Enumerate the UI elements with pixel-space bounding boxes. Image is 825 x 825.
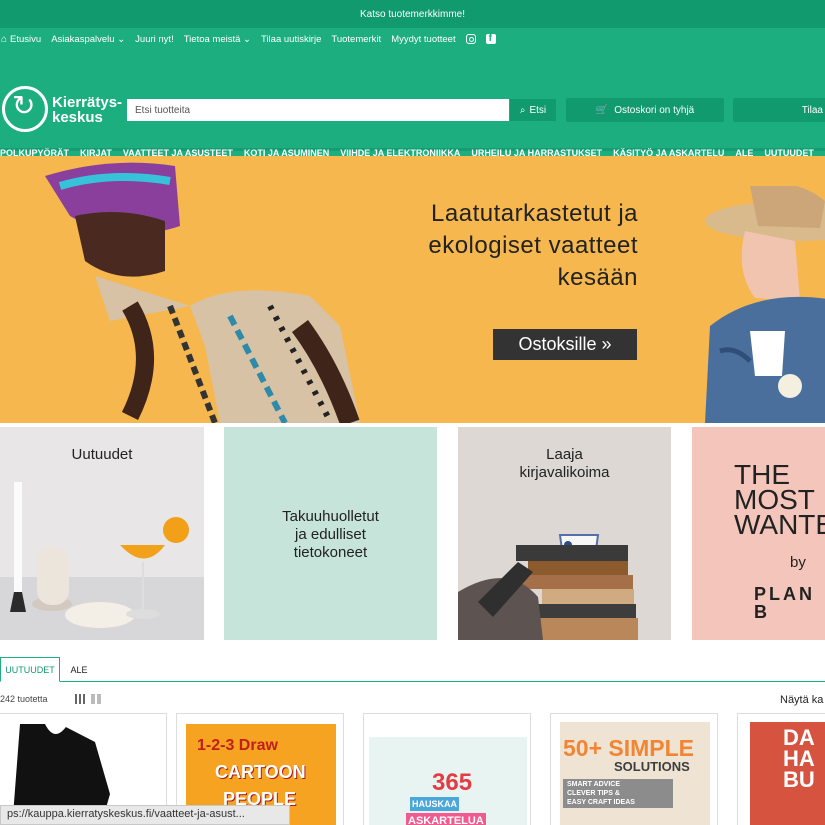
shop-button-label: Ostoksille » [518, 334, 612, 354]
hero-line1: Laatutarkastetut ja [431, 200, 638, 227]
order-button[interactable]: Tilaa [733, 98, 825, 122]
newsletter-link[interactable]: Tilaa uutiskirje [261, 34, 321, 45]
card-line1: DA [783, 725, 815, 750]
tile-plan-b-brand: PLAN B [754, 584, 815, 622]
tile-plan-b-line3: WANTED [734, 509, 825, 540]
card-line1: 1-2-3 Draw [197, 737, 278, 754]
view-switcher [75, 694, 101, 704]
announcement-bar[interactable]: Katso tuotemerkkimme! [0, 0, 825, 28]
right-now-link[interactable]: Juuri nyt! [135, 34, 174, 45]
announcement-text[interactable]: Katso tuotemerkkimme! [360, 9, 465, 20]
tile-new-arrivals[interactable]: Uutuudet [0, 427, 204, 640]
status-url-bar: ps://kauppa.kierratyskeskus.fi/vaatteet-… [0, 805, 290, 825]
product-card[interactable]: DA HA BU [737, 713, 825, 825]
tile-computers-line2: ja edulliset [295, 526, 366, 543]
search-input[interactable] [127, 99, 509, 121]
card-line1: 365 [432, 769, 473, 796]
order-label: Tilaa [801, 104, 823, 116]
tile-new-arrivals-title: Uutuudet [71, 446, 133, 463]
tile-computers-line3: tietokoneet [293, 544, 368, 561]
brands-link[interactable]: Tuotemerkit [331, 34, 381, 45]
card-line2: HA [783, 746, 815, 771]
search-button[interactable]: ⌕ Etsi [510, 99, 556, 121]
tile-books[interactable]: Laaja kirjavalikoima [458, 427, 671, 640]
product-tabs: UUTUUDET ALE [0, 657, 825, 682]
cart-label: Ostoskori on tyhjä [614, 104, 695, 116]
card-line1: 50+ SIMPLE [563, 735, 695, 761]
card-line3: BU [783, 767, 815, 792]
search-button-label: Etsi [529, 104, 547, 116]
tile-plan-b-by: by [790, 554, 806, 571]
card-line2: CARTOON [215, 762, 306, 782]
logo-line1: Kierrätys- [52, 94, 123, 111]
home-link[interactable]: ⌂ Etusivu [1, 34, 41, 45]
tab-sale[interactable]: ALE [60, 657, 98, 682]
show-label[interactable]: Näytä ka [780, 694, 823, 706]
page: Katso tuotemerkkimme! ⌂ Etusivu Asiakaspa… [0, 0, 825, 825]
hero-title: Laatutarkastetut ja ekologiset vaatteet … [370, 198, 638, 294]
tile-computers-line1: Takuuhuolletut [282, 508, 379, 525]
card-title: DA HA BU [783, 725, 815, 792]
tile-computers-text: Takuuhuolletut ja edulliset tietokoneet [224, 508, 437, 562]
cart-icon: 🛒 [595, 104, 609, 116]
logo-text[interactable]: Kierrätys- keskus [52, 95, 122, 125]
hero-man-image [705, 186, 825, 423]
instagram-icon[interactable] [465, 34, 476, 44]
tile-computers[interactable]: Takuuhuolletut ja edulliset tietokoneet [224, 427, 437, 640]
card-line3: ASKARTELUA [406, 813, 486, 825]
shop-button[interactable]: Ostoksille » [493, 329, 637, 360]
tile-books-line2: kirjavalikoima [519, 464, 610, 481]
home-icon: ⌂ [1, 33, 8, 45]
tile-books-text: Laaja kirjavalikoima [458, 446, 671, 482]
tile-plan-b-text: THE MOST WANTED [692, 461, 825, 540]
card-line3-c: EASY CRAFT IDEAS [567, 799, 635, 806]
tile-books-line1: Laaja [546, 446, 583, 463]
site-header: ⌂ Etusivu Asiakaspalvelu ⌄ Juuri nyt! Tie… [0, 28, 825, 158]
search-icon: ⌕ [519, 104, 526, 116]
card-line3-a: SMART ADVICE [567, 781, 621, 788]
hero-line2: ekologiset vaatteet [428, 232, 638, 259]
card-line2: HAUSKAA [410, 797, 459, 811]
customer-service-link[interactable]: Asiakaspalvelu ⌄ [51, 34, 125, 45]
facebook-icon[interactable] [485, 33, 496, 44]
card-line3-b: CLEVER TIPS & [567, 790, 620, 797]
top-links: ⌂ Etusivu Asiakaspalvelu ⌄ Juuri nyt! Tie… [0, 28, 496, 50]
sold-products-link[interactable]: Myydyt tuotteet [391, 34, 455, 45]
tile-plan-b[interactable]: THE MOST WANTED by PLAN B [692, 427, 825, 640]
hero-woman-image [45, 162, 360, 423]
cart-button[interactable]: 🛒 Ostoskori on tyhjä [566, 98, 724, 122]
grid-view-icon[interactable] [75, 694, 85, 704]
logo-line2: keskus [52, 109, 103, 126]
card-line2: SOLUTIONS [614, 759, 690, 774]
product-card[interactable]: 365 HAUSKAA ASKARTELUA [363, 713, 531, 825]
product-card[interactable]: 50+ SIMPLE SOLUTIONS SMART ADVICE CLEVER… [550, 713, 718, 825]
tab-new[interactable]: UUTUUDET [0, 657, 60, 682]
card-line3: SMART ADVICE CLEVER TIPS & EASY CRAFT ID… [563, 779, 673, 808]
hero-line3: kesään [557, 264, 638, 291]
list-view-icon[interactable] [91, 694, 101, 704]
logo-icon[interactable] [2, 86, 48, 132]
product-count: 242 tuotetta [0, 694, 48, 704]
about-link[interactable]: Tietoa meistä ⌄ [184, 34, 251, 45]
